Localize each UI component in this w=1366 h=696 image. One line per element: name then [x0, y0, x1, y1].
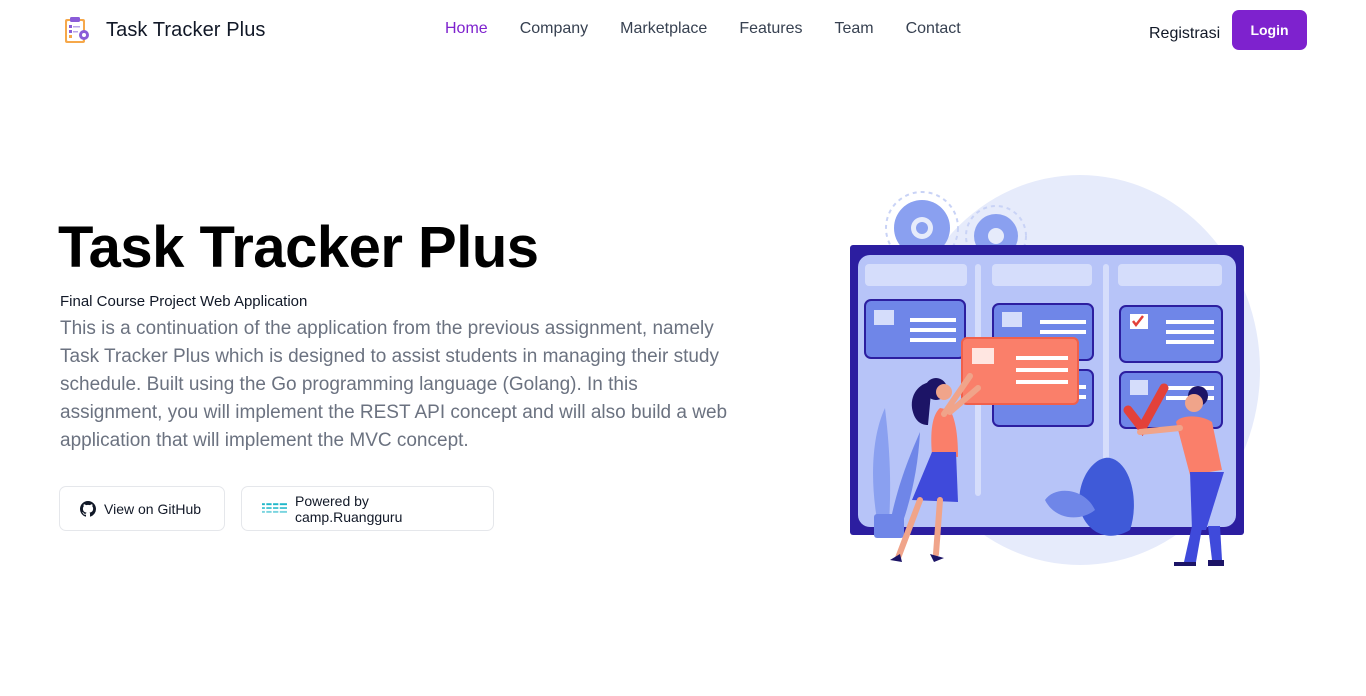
hero-title: Task Tracker Plus	[58, 215, 539, 280]
nav-team[interactable]: Team	[834, 20, 873, 38]
nav-home[interactable]: Home	[445, 20, 488, 38]
register-link[interactable]: Registrasi	[1149, 25, 1220, 43]
brand[interactable]: Task Tracker Plus	[62, 15, 266, 45]
kanban-board-illustration	[850, 175, 1260, 566]
github-icon	[80, 500, 96, 517]
site-header: Task Tracker Plus Home Company Marketpla…	[0, 0, 1366, 62]
hero-description: This is a continuation of the applicatio…	[60, 318, 728, 451]
ruangguru-logo-icon	[262, 501, 287, 516]
clipboard-gear-icon	[65, 17, 89, 43]
nav-contact[interactable]: Contact	[906, 20, 961, 38]
powered-by-ruangguru-button[interactable]: Powered by camp.Ruangguru	[241, 486, 494, 531]
brand-name: Task Tracker Plus	[106, 18, 266, 41]
nav-features[interactable]: Features	[739, 20, 802, 38]
powered-button-label: Powered by camp.Ruangguru	[294, 492, 403, 525]
github-button-label: View on GitHub	[104, 500, 202, 517]
login-button[interactable]: Login	[1232, 10, 1307, 50]
hero-subtitle: Final Course Project Web Application	[60, 293, 308, 310]
view-on-github-button[interactable]: View on GitHub	[59, 486, 225, 531]
nav-marketplace[interactable]: Marketplace	[620, 20, 707, 38]
main-nav: Home Company Marketplace Features Team C…	[445, 20, 961, 38]
nav-company[interactable]: Company	[520, 20, 588, 38]
